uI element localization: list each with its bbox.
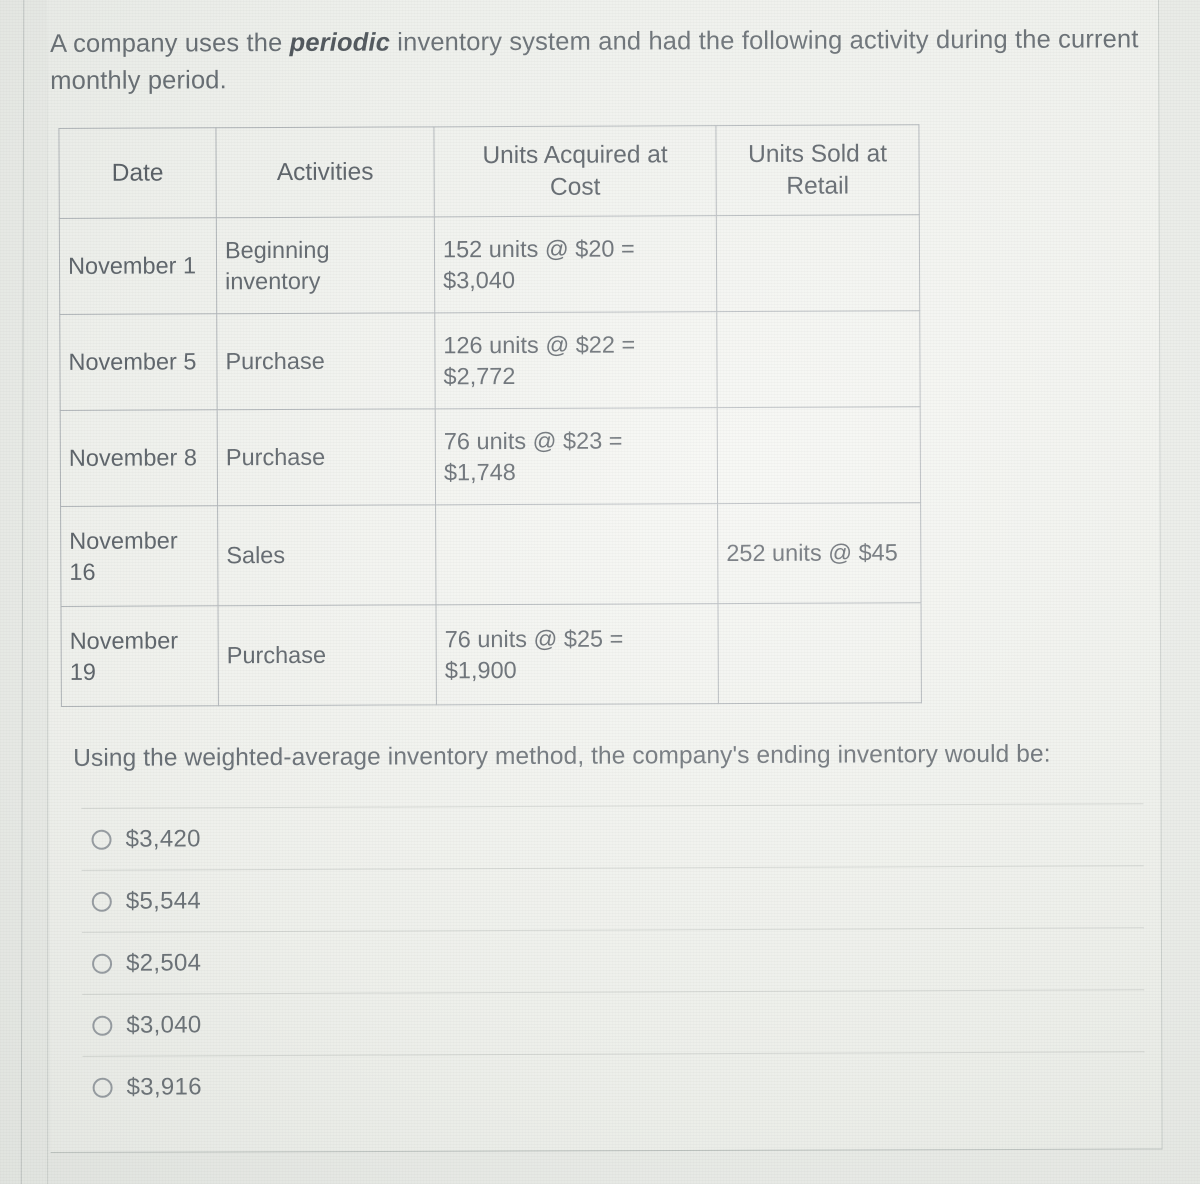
cell-units-sold: 252 units @ $45 [717, 502, 922, 604]
cell-units-sold [716, 310, 921, 408]
column-header-sold-line1: Units Sold at [748, 140, 888, 168]
cell-acquired-line2: $3,040 [443, 266, 516, 293]
table-row: November 5 Purchase 126 units @ $22 = $2… [59, 310, 921, 411]
answer-options-list: $3,420 $5,544 $2,504 $3,040 $3,916 [81, 803, 1145, 1118]
cell-date: November 19 [61, 605, 219, 707]
cell-acquired-line2: $2,772 [443, 362, 516, 389]
column-header-units-sold-at-retail: Units Sold at Retail [715, 124, 920, 216]
radio-button-icon[interactable] [91, 891, 112, 912]
cell-date: November 16 [60, 505, 219, 607]
answer-option-label: $3,040 [126, 1010, 202, 1039]
cell-units-sold [717, 406, 921, 504]
cell-units-sold [716, 214, 920, 312]
prompt-emphasis-periodic: periodic [289, 28, 391, 57]
cell-date-line2: 16 [69, 558, 96, 585]
cell-acquired-line1: 76 units @ $25 = [444, 625, 624, 653]
answer-option-2[interactable]: $5,544 [81, 865, 1144, 932]
cell-acquired-line1: 126 units @ $22 = [443, 331, 636, 359]
cell-activity-line2: inventory [225, 267, 321, 294]
column-header-date: Date [58, 127, 217, 219]
radio-button-icon[interactable] [92, 953, 113, 974]
answer-option-5[interactable]: $3,916 [82, 1051, 1145, 1118]
cell-date: November 5 [59, 313, 218, 411]
cell-date-line2: 19 [69, 658, 96, 685]
column-header-activities: Activities [215, 126, 435, 218]
answer-option-label: $2,504 [126, 948, 202, 977]
cell-units-acquired: 152 units @ $20 = $3,040 [434, 215, 717, 313]
page-gutter-line-outer [20, 0, 25, 1184]
cell-units-acquired [435, 503, 719, 605]
inventory-activity-table: Date Activities Units Acquired at Cost U… [58, 124, 922, 707]
cell-activity-line1: Beginning [224, 236, 330, 264]
answer-option-1[interactable]: $3,420 [81, 803, 1144, 870]
answer-option-4[interactable]: $3,040 [82, 989, 1145, 1056]
cell-acquired-line2: $1,748 [443, 458, 516, 485]
cell-acquired-line1: 152 units @ $20 = [442, 235, 635, 263]
cell-units-sold [718, 602, 922, 704]
radio-button-icon[interactable] [92, 1077, 113, 1098]
column-header-acquired-line1: Units Acquired at [482, 140, 668, 169]
cell-date-line1: November [69, 627, 179, 654]
cell-units-acquired: 126 units @ $22 = $2,772 [434, 311, 718, 409]
radio-button-icon[interactable] [91, 829, 112, 850]
answer-option-label: $3,420 [125, 824, 201, 853]
table-row: November 1 Beginning inventory 152 units… [59, 214, 920, 315]
column-header-sold-line2: Retail [786, 172, 850, 200]
cell-date: November 8 [60, 409, 218, 507]
question-prompt: A company uses the periodic inventory sy… [50, 21, 1148, 99]
table-row: November 8 Purchase 76 units @ $23 = $1,… [60, 406, 921, 507]
cell-units-acquired: 76 units @ $25 = $1,900 [436, 603, 719, 705]
cell-activity: Purchase [218, 604, 437, 706]
answer-option-3[interactable]: $2,504 [81, 927, 1145, 994]
cell-activity: Sales [217, 504, 437, 606]
inventory-activity-table-wrapper: Date Activities Units Acquired at Cost U… [58, 124, 922, 707]
cell-acquired-line2: $1,900 [444, 656, 517, 683]
cell-activity: Purchase [216, 312, 436, 410]
cell-date-line1: November [69, 527, 178, 554]
radio-button-icon[interactable] [92, 1015, 113, 1036]
answer-option-label: $3,916 [126, 1072, 202, 1101]
question-text: Using the weighted-average inventory met… [73, 740, 1051, 772]
table-row: November 16 Sales 252 units @ $45 [60, 502, 922, 607]
cell-units-acquired: 76 units @ $23 = $1,748 [435, 407, 718, 505]
cell-acquired-line1: 76 units @ $23 = [443, 427, 623, 455]
cell-date: November 1 [59, 217, 217, 315]
cell-activity: Beginning inventory [216, 216, 435, 314]
answer-option-label: $5,544 [125, 886, 202, 915]
table-header: Date Activities Units Acquired at Cost U… [58, 124, 920, 219]
table-body: November 1 Beginning inventory 152 units… [59, 214, 922, 707]
table-header-row: Date Activities Units Acquired at Cost U… [58, 124, 920, 219]
cell-activity: Purchase [217, 408, 436, 506]
table-row: November 19 Purchase 76 units @ $25 = $1… [61, 602, 922, 707]
column-header-acquired-line2: Cost [549, 173, 601, 201]
prompt-text-before: A company uses the [50, 28, 290, 58]
column-header-units-acquired-at-cost: Units Acquired at Cost [433, 125, 717, 217]
